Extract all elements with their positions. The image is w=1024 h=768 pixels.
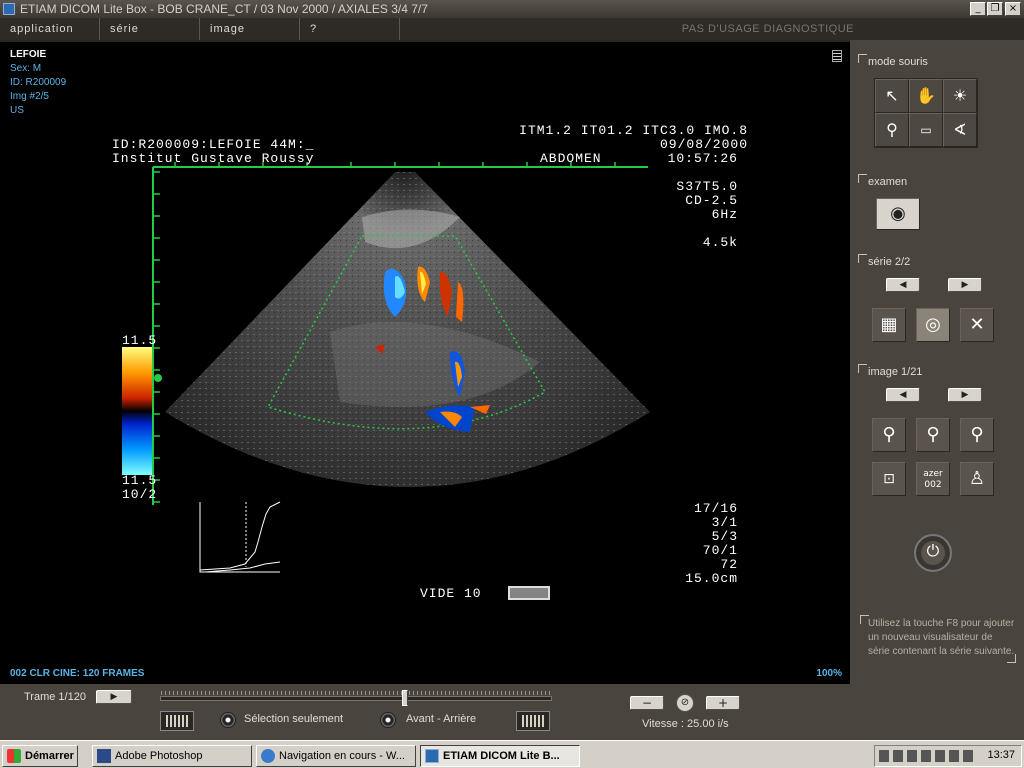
minimize-button[interactable]: _	[970, 2, 986, 16]
speed-reset-icon[interactable]: ⊘	[676, 694, 694, 712]
app-icon	[3, 3, 15, 15]
annotation-button[interactable]: azer 002	[916, 462, 950, 496]
etiam-icon	[425, 749, 439, 763]
close-series-button[interactable]: ✕	[960, 308, 994, 342]
overlay-probe: S37T5.0	[676, 179, 738, 194]
magnifier-region-icon[interactable]: ⊡	[872, 462, 906, 496]
window-title: ETIAM DICOM Lite Box - BOB CRANE_CT / 03…	[20, 2, 428, 16]
clock: 13:37	[987, 749, 1015, 761]
spectral-curve	[199, 501, 281, 573]
diagnostic-notice: PAS D'USAGE DIAGNOSTIQUE	[681, 23, 854, 35]
brightness-icon[interactable]: ☀	[943, 79, 977, 113]
close-button[interactable]: ×	[1005, 2, 1021, 16]
slider-thumb[interactable]	[401, 690, 408, 706]
overlay-indices: ITM1.2 IT01.2 ITC3.0 IMO.8	[519, 123, 748, 138]
body-figure-icon[interactable]: ♙	[960, 462, 994, 496]
task-etiam[interactable]: ETIAM DICOM Lite B...	[420, 745, 580, 767]
param-3: 5/3	[711, 529, 738, 544]
image-prev-button[interactable]: ◀	[886, 388, 920, 402]
zoom-level: 100%	[816, 668, 842, 679]
zoom-tool-icon[interactable]: ⚲	[875, 113, 909, 147]
scale-sub-label: 10/2	[122, 487, 158, 502]
series-select-button[interactable]: ◎	[916, 308, 950, 342]
help-text: Utilisez la touche F8 pour ajouter un no…	[860, 615, 1016, 663]
image-label: image 1/21	[857, 364, 922, 378]
scale-bottom-label: 11.5	[122, 473, 158, 488]
speed-decrease-button[interactable]: −	[630, 696, 664, 710]
playback-bar: Trame 1/120 ▶ Sélection seulement Avant …	[0, 684, 1024, 740]
task-etiam-label: ETIAM DICOM Lite B...	[443, 750, 560, 762]
task-photoshop[interactable]: Adobe Photoshop	[92, 745, 252, 767]
param-4: 70/1	[702, 543, 738, 558]
task-browser[interactable]: Navigation en cours - W...	[256, 745, 416, 767]
overlay-hz: 6Hz	[711, 207, 738, 222]
cine-label: VIDE 10	[420, 586, 482, 601]
mouse-mode-tools: ↖ ✋ ☀ ⚲ ▭ ∢	[874, 78, 978, 148]
hand-pan-icon[interactable]: ✋	[909, 79, 943, 113]
menu-serie[interactable]: série	[100, 18, 200, 40]
overlay-depth: 15.0cm	[685, 571, 738, 586]
series-prev-button[interactable]: ◀	[886, 278, 920, 292]
pointer-icon[interactable]: ↖	[875, 79, 909, 113]
menu-image[interactable]: image	[200, 18, 300, 40]
task-photoshop-label: Adobe Photoshop	[115, 750, 203, 762]
power-cycle-button[interactable]: ⏻	[914, 534, 952, 572]
overlay-date: 09/08/2000	[659, 137, 748, 152]
examen-label: examen	[857, 174, 907, 188]
mode-souris-label: mode souris	[858, 54, 928, 68]
param-2: 3/1	[711, 515, 738, 530]
exam-eye-button[interactable]: ◉	[876, 198, 920, 230]
menu-application[interactable]: application	[0, 18, 100, 40]
direction-radio[interactable]	[380, 712, 396, 728]
start-button[interactable]: Démarrer	[2, 745, 78, 767]
ruler-icon[interactable]: ▭	[909, 113, 943, 147]
overlay-region: ABDOMEN	[540, 151, 602, 166]
system-tray: 13:37	[874, 745, 1022, 767]
overlay-time: 10:57:26	[667, 151, 738, 166]
speed-label: Vitesse : 25.00 i/s	[642, 718, 729, 730]
taskbar: Démarrer Adobe Photoshop Navigation en c…	[0, 740, 1024, 768]
overlay-institution: Institut Gustave Roussy	[112, 151, 315, 166]
window-titlebar[interactable]: ETIAM DICOM Lite Box - BOB CRANE_CT / 03…	[0, 0, 1024, 18]
menu-bar: application série image ? PAS D'USAGE DI…	[0, 18, 1024, 40]
menu-help[interactable]: ?	[300, 18, 400, 40]
overlay-cd: CD-2.5	[685, 193, 738, 208]
zoom-in-icon[interactable]: ⚲	[872, 418, 906, 452]
first-frame-button[interactable]	[160, 711, 194, 731]
windows-logo-icon	[7, 749, 21, 763]
color-scale-bar	[122, 347, 152, 475]
task-browser-label: Navigation en cours - W...	[279, 750, 405, 762]
direction-label: Avant - Arrière	[406, 713, 477, 725]
speed-increase-button[interactable]: +	[706, 696, 740, 710]
control-panel: mode souris ↖ ✋ ☀ ⚲ ▭ ∢ examen ◉ série 2…	[850, 40, 1024, 684]
overlay-prf: 4.5k	[702, 235, 738, 250]
image-next-button[interactable]: ▶	[948, 388, 982, 402]
image-viewer[interactable]: LEFOIE Sex: M ID: R200009 Img #2/5 US ID…	[0, 40, 850, 684]
play-button[interactable]: ▶	[96, 690, 132, 704]
selection-label: Sélection seulement	[244, 713, 344, 725]
browser-icon	[261, 749, 275, 763]
serie-label: série 2/2	[857, 254, 910, 268]
tray-icons[interactable]	[879, 750, 977, 762]
scale-top-label: 11.5	[122, 333, 158, 348]
selection-radio[interactable]	[220, 712, 236, 728]
param-5: 72	[720, 557, 738, 572]
zoom-reset-icon[interactable]: ⚲	[916, 418, 950, 452]
zoom-out-icon[interactable]: ⚲	[960, 418, 994, 452]
angle-icon[interactable]: ∢	[943, 113, 977, 147]
frame-label: Trame 1/120	[24, 691, 86, 703]
restore-button[interactable]: ❐	[987, 2, 1003, 16]
grid-layout-button[interactable]: ▦	[872, 308, 906, 342]
photoshop-icon	[97, 749, 111, 763]
slider-ticks	[161, 691, 551, 695]
start-label: Démarrer	[25, 750, 74, 762]
series-next-button[interactable]: ▶	[948, 278, 982, 292]
baseline-marker	[154, 374, 162, 382]
param-1: 17/16	[693, 501, 738, 516]
overlay-id-line: ID:R200009:LEFOIE 44M:_	[112, 137, 315, 152]
cine-status: 002 CLR CINE: 120 FRAMES	[10, 668, 145, 679]
frame-slider[interactable]	[160, 691, 552, 701]
last-frame-button[interactable]	[516, 711, 550, 731]
